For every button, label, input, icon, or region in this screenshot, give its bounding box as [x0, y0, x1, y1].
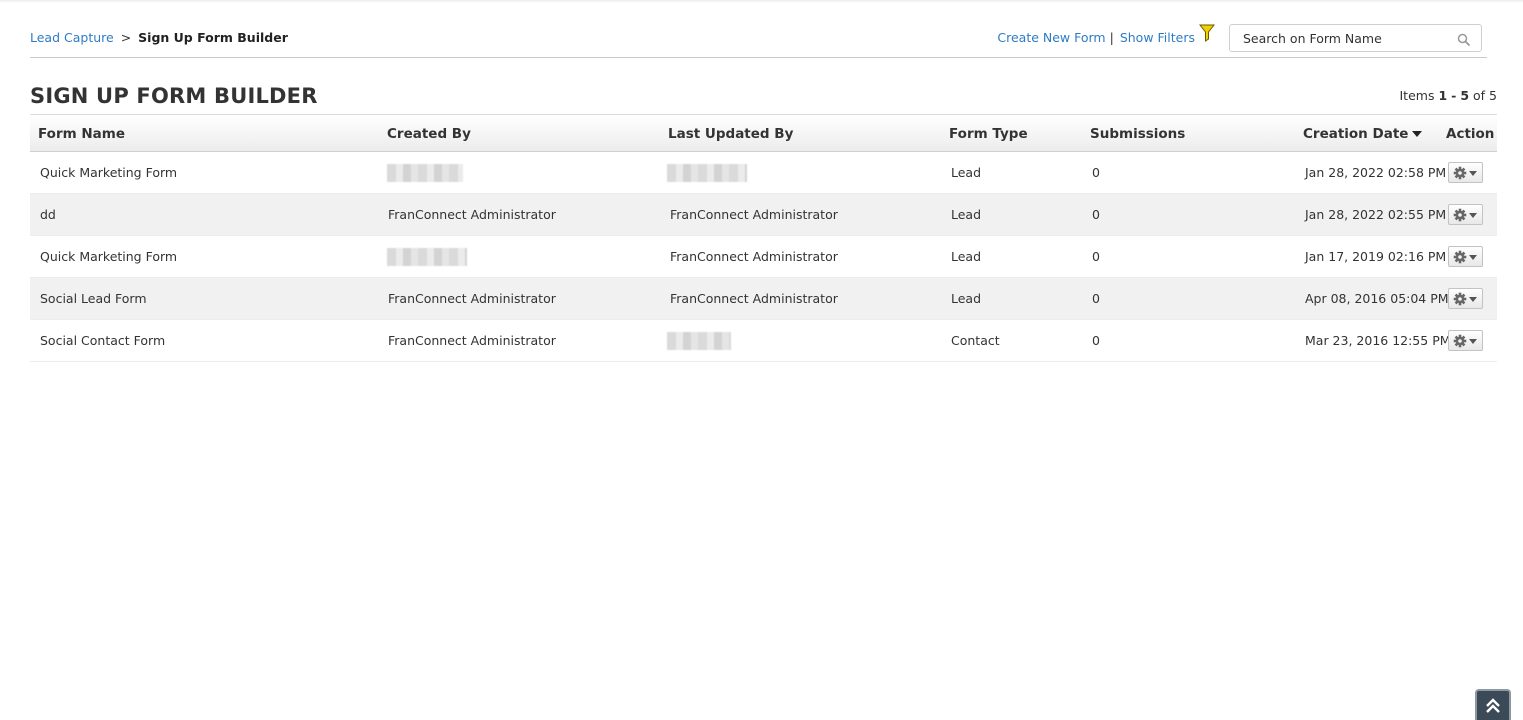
breadcrumb-link-lead-capture[interactable]: Lead Capture: [30, 30, 114, 45]
cell-last-updated-by: FranConnect Administrator: [670, 249, 838, 264]
gear-dropdown-icon: [1453, 334, 1477, 347]
column-header-form-type[interactable]: Form Type: [949, 126, 1028, 142]
scroll-to-top-button[interactable]: [1475, 689, 1511, 720]
table-row: Social Lead Form FranConnect Administrat…: [30, 278, 1497, 320]
cell-created-by-redacted: [387, 164, 463, 182]
cell-form-name[interactable]: Social Lead Form: [40, 291, 147, 306]
table-row: Social Contact Form FranConnect Administ…: [30, 320, 1497, 362]
column-header-creation-date-label: Creation Date: [1303, 126, 1409, 142]
table-row: dd FranConnect Administrator FranConnect…: [30, 194, 1497, 236]
cell-created-by: FranConnect Administrator: [388, 291, 556, 306]
breadcrumb: Lead Capture > Sign Up Form Builder: [30, 30, 288, 45]
show-filters-link[interactable]: Show Filters: [1120, 30, 1195, 45]
cell-form-name[interactable]: Quick Marketing Form: [40, 165, 177, 180]
actions-separator: |: [1109, 29, 1114, 45]
cell-last-updated-by: FranConnect Administrator: [670, 207, 838, 222]
sort-descending-icon: [1412, 131, 1423, 137]
cell-submissions: 0: [1092, 291, 1100, 306]
cell-form-type: Lead: [951, 249, 982, 264]
top-actions: Create New Form | Show Filters: [997, 24, 1216, 46]
cell-creation-date: Jan 28, 2022 02:58 PM: [1305, 165, 1447, 180]
search-box: [1229, 24, 1482, 52]
items-count: Items 1 - 5 of 5: [1399, 88, 1497, 103]
double-chevron-up-icon: [1486, 697, 1500, 713]
gear-dropdown-icon: [1453, 292, 1477, 305]
items-of: of: [1473, 88, 1486, 103]
cell-created-by-redacted: [387, 248, 467, 266]
gear-dropdown-icon: [1453, 166, 1477, 179]
cell-form-type: Contact: [951, 333, 1000, 348]
cell-last-updated-by-redacted: [667, 332, 731, 350]
cell-creation-date: Mar 23, 2016 12:55 PM: [1305, 333, 1451, 348]
column-header-created-by[interactable]: Created By: [387, 126, 471, 142]
top-shadow: [0, 0, 1523, 3]
column-header-creation-date[interactable]: Creation Date: [1303, 126, 1423, 142]
gear-dropdown-icon: [1453, 250, 1477, 263]
header-bar: Lead Capture > Sign Up Form Builder Crea…: [30, 22, 1487, 58]
search-input[interactable]: [1230, 25, 1445, 51]
items-end: 5: [1460, 88, 1470, 103]
items-start: 1: [1438, 88, 1448, 103]
cell-form-name[interactable]: Quick Marketing Form: [40, 249, 177, 264]
search-icon[interactable]: [1457, 32, 1471, 47]
cell-submissions: 0: [1092, 165, 1100, 180]
cell-creation-date: Jan 17, 2019 02:16 PM: [1305, 249, 1447, 264]
funnel-icon[interactable]: [1198, 24, 1216, 42]
cell-created-by: FranConnect Administrator: [388, 207, 556, 222]
items-dash: -: [1451, 88, 1457, 103]
row-action-button[interactable]: [1448, 162, 1483, 183]
cell-submissions: 0: [1092, 333, 1100, 348]
breadcrumb-current: Sign Up Form Builder: [138, 30, 288, 45]
table-row: Quick Marketing Form FranConnect Adminis…: [30, 236, 1497, 278]
column-header-action: Action: [1446, 126, 1495, 142]
column-header-submissions[interactable]: Submissions: [1090, 126, 1185, 142]
cell-creation-date: Apr 08, 2016 05:04 PM: [1305, 291, 1449, 306]
items-prefix: Items: [1399, 88, 1435, 103]
cell-form-type: Lead: [951, 207, 982, 222]
cell-created-by: FranConnect Administrator: [388, 333, 556, 348]
cell-form-name[interactable]: Social Contact Form: [40, 333, 165, 348]
cell-form-name[interactable]: dd: [40, 207, 56, 222]
cell-submissions: 0: [1092, 249, 1100, 264]
table-row: Quick Marketing Form Lead 0 Jan 28, 2022…: [30, 152, 1497, 194]
forms-table: Form Name Created By Last Updated By For…: [30, 114, 1497, 362]
items-total: 5: [1489, 88, 1497, 103]
row-action-button[interactable]: [1448, 288, 1483, 309]
cell-form-type: Lead: [951, 291, 982, 306]
cell-last-updated-by-redacted: [667, 164, 747, 182]
page-title: SIGN UP FORM BUILDER: [30, 84, 318, 108]
cell-last-updated-by: FranConnect Administrator: [670, 291, 838, 306]
column-header-last-updated-by[interactable]: Last Updated By: [668, 126, 793, 142]
row-action-button[interactable]: [1448, 204, 1483, 225]
gear-dropdown-icon: [1453, 208, 1477, 221]
row-action-button[interactable]: [1448, 330, 1483, 351]
breadcrumb-separator: >: [120, 30, 132, 45]
table-header: Form Name Created By Last Updated By For…: [30, 114, 1497, 152]
cell-submissions: 0: [1092, 207, 1100, 222]
cell-creation-date: Jan 28, 2022 02:55 PM: [1305, 207, 1447, 222]
row-action-button[interactable]: [1448, 246, 1483, 267]
create-new-form-link[interactable]: Create New Form: [997, 30, 1105, 45]
cell-form-type: Lead: [951, 165, 982, 180]
column-header-form-name[interactable]: Form Name: [38, 126, 125, 142]
